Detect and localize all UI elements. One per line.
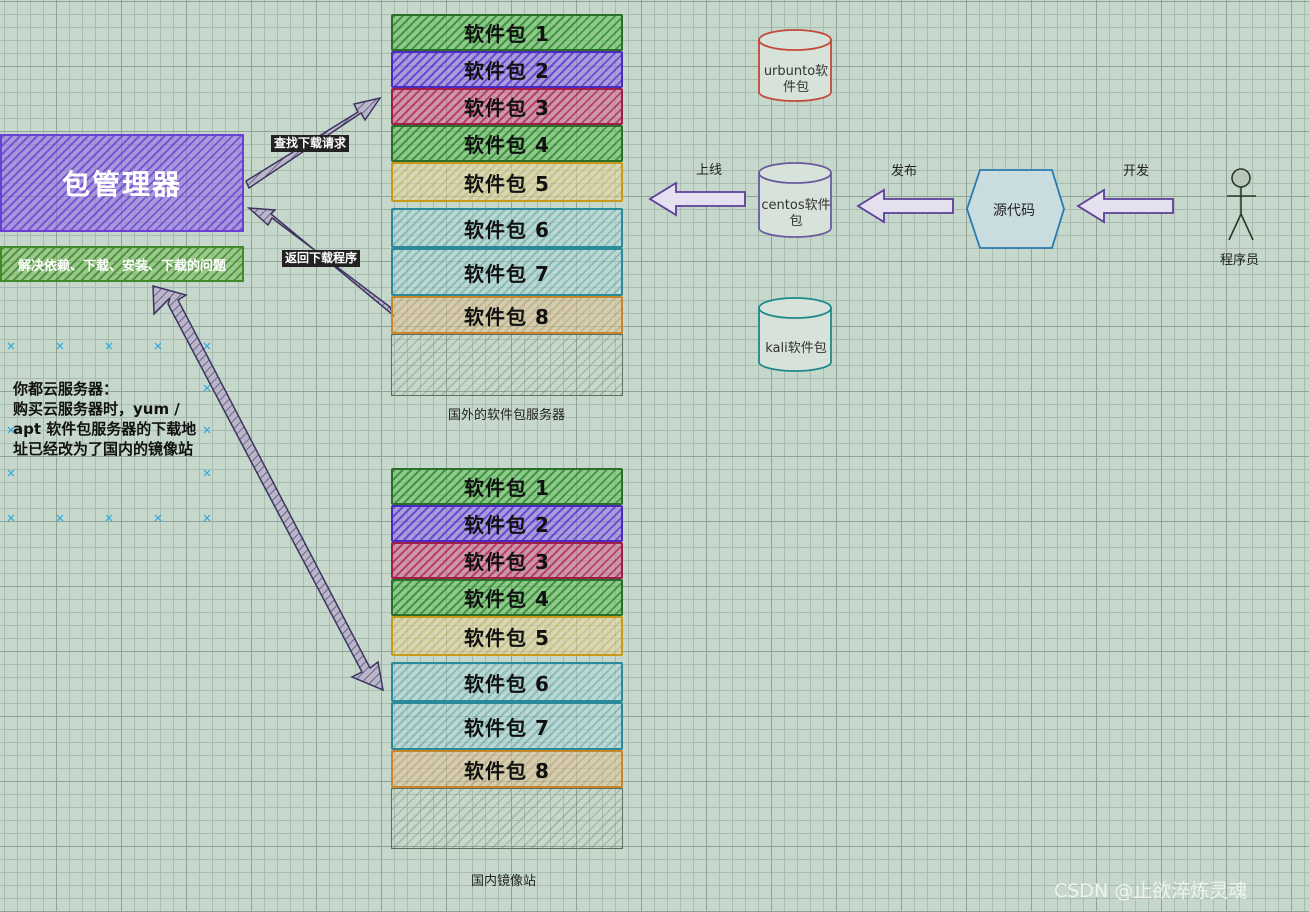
online-arrow: [648, 181, 746, 217]
package-item[interactable]: 软件包 6: [391, 662, 623, 702]
mirror-server-caption: 国内镜像站: [471, 874, 537, 889]
package-item[interactable]: 软件包 4: [391, 125, 623, 162]
stack-empty-area: [391, 788, 623, 849]
package-item[interactable]: 软件包 1: [391, 468, 623, 505]
develop-label: 开发: [1123, 164, 1150, 179]
package-item[interactable]: 软件包 5: [391, 616, 623, 656]
package-item[interactable]: 软件包 3: [391, 542, 623, 579]
centos-repo-label: centos软件包: [761, 198, 831, 229]
package-item[interactable]: 软件包 7: [391, 248, 623, 296]
package-item[interactable]: 软件包 2: [391, 51, 623, 88]
programmer-label: 程序员: [1220, 253, 1260, 268]
package-item[interactable]: 软件包 5: [391, 162, 623, 202]
watermark: CSDN @止欲淬炼灵魂: [1054, 880, 1248, 902]
connector-arrows: [152, 29, 1256, 692]
package-item[interactable]: 软件包 6: [391, 208, 623, 248]
programmer-icon: [1227, 168, 1256, 241]
publish-arrow: [856, 188, 954, 224]
package-item[interactable]: 软件包 8: [391, 750, 623, 788]
develop-arrow: [1076, 188, 1174, 224]
online-label: 上线: [696, 163, 723, 178]
package-item[interactable]: 软件包 2: [391, 505, 623, 542]
kali-repo-cylinder: [758, 297, 832, 372]
ubuntu-repo-label: urbunto软件包: [763, 64, 829, 95]
mirror-arrow: [152, 285, 384, 692]
foreign-server-caption: 国外的软件包服务器: [448, 408, 566, 423]
package-item[interactable]: 软件包 1: [391, 14, 623, 51]
return-label: 返回下载程序: [282, 250, 361, 267]
request-label: 查找下载请求: [271, 135, 350, 152]
publish-label: 发布: [891, 164, 918, 179]
kali-repo-label: kali软件包: [765, 341, 827, 356]
package-item[interactable]: 软件包 7: [391, 702, 623, 750]
source-code-label: 源代码: [993, 203, 1035, 219]
package-item[interactable]: 软件包 3: [391, 88, 623, 125]
package-item[interactable]: 软件包 4: [391, 579, 623, 616]
stack-empty-area: [391, 334, 623, 396]
package-item[interactable]: 软件包 8: [391, 296, 623, 334]
